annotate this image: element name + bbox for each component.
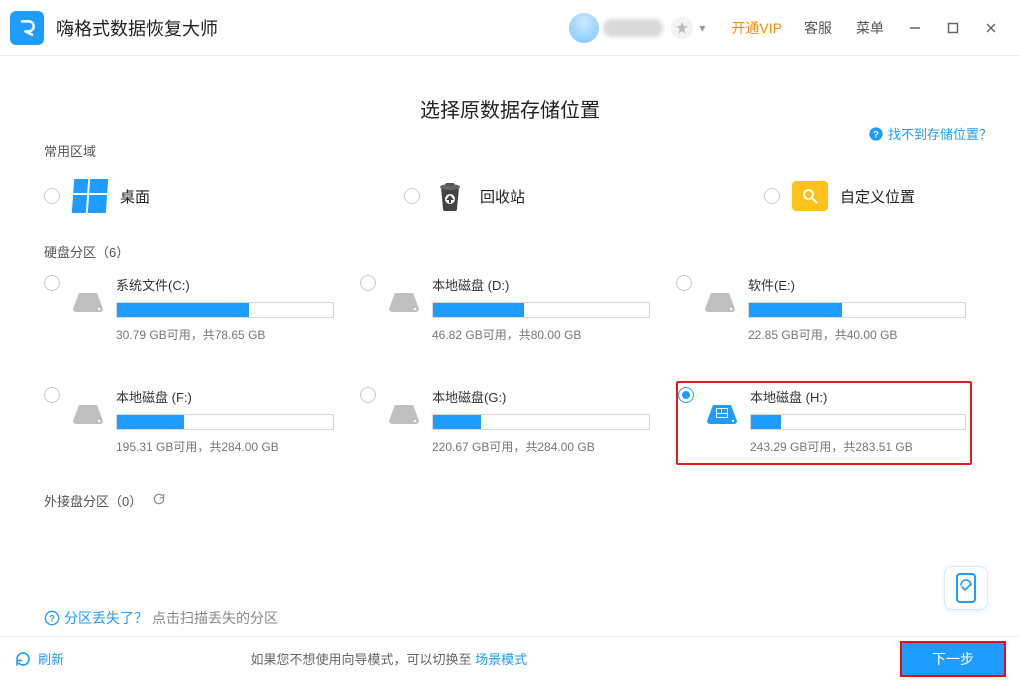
mobile-icon [955,573,977,603]
close-button[interactable] [976,13,1006,43]
refresh-icon [14,650,32,668]
disk-card[interactable]: 本地磁盘 (F:) 195.31 GB可用，共284.00 GB [44,381,340,465]
radio[interactable] [44,275,60,291]
disk-icon [702,289,738,319]
disk-usage-bar [432,414,650,430]
next-button[interactable]: 下一步 [900,641,1006,677]
radio[interactable] [360,387,376,403]
disk-grid: 系统文件(C:) 30.79 GB可用，共78.65 GB 本地磁盘 (D:) … [44,269,976,465]
disk-card[interactable]: 系统文件(C:) 30.79 GB可用，共78.65 GB [44,269,340,353]
chevron-down-icon: ▾ [699,21,705,35]
disk-name: 系统文件(C:) [116,275,334,294]
radio[interactable] [404,188,420,204]
radio[interactable] [44,387,60,403]
help-link-label: 找不到存储位置？ [888,124,992,143]
section-external: 外接盘分区（0） [44,491,976,510]
common-item-recycle[interactable]: 回收站 [404,178,704,214]
common-item-custom[interactable]: 自定义位置 [764,178,1020,214]
mode-hint-text: 如果您不想使用向导模式，可以切换至 [250,652,475,667]
page-title: 选择原数据存储位置 [44,94,976,123]
minimize-button[interactable] [900,13,930,43]
radio[interactable] [44,188,60,204]
radio[interactable] [764,188,780,204]
radio[interactable] [676,275,692,291]
common-item-desktop[interactable]: 桌面 [44,178,344,214]
float-mobile-button[interactable] [944,566,988,610]
mode-link[interactable]: 场景模式 [475,652,527,667]
titlebar: 嗨格式数据恢复大师 ▾ 开通VIP 客服 菜单 [0,0,1020,56]
lost-partition-link[interactable]: 分区丢失了？ [64,608,148,628]
disk-icon [386,401,422,431]
disk-icon [386,289,422,319]
disk-name: 本地磁盘(G:) [432,387,650,406]
common-label: 自定义位置 [840,186,915,207]
disk-icon [704,401,740,431]
lost-partition-row: ? 分区丢失了？ 点击扫描丢失的分区 [44,608,278,628]
user-menu[interactable]: ▾ [569,13,711,43]
service-link[interactable]: 客服 [804,18,832,38]
disk-usage-bar [116,302,334,318]
section-common-label: 常用区域 [44,141,976,160]
section-disks-label: 硬盘分区（6） [44,242,976,261]
disk-info: 22.85 GB可用，共40.00 GB [748,326,966,343]
refresh-label: 刷新 [38,649,64,668]
disk-name: 本地磁盘 (F:) [116,387,334,406]
svg-text:?: ? [873,129,879,139]
recycle-bin-icon [432,178,468,214]
disk-icon [70,289,106,319]
disk-name: 本地磁盘 (H:) [750,387,966,406]
disk-info: 220.67 GB可用，共284.00 GB [432,438,650,455]
disk-icon [70,401,106,431]
help-link[interactable]: ? 找不到存储位置？ [868,124,992,143]
mode-hint: 如果您不想使用向导模式，可以切换至 场景模式 [250,649,527,668]
common-label: 桌面 [120,186,150,207]
disk-card[interactable]: 本地磁盘(G:) 220.67 GB可用，共284.00 GB [360,381,656,465]
app-logo [10,11,44,45]
disk-card[interactable]: 本地磁盘 (D:) 46.82 GB可用，共80.00 GB [360,269,656,353]
disk-info: 30.79 GB可用，共78.65 GB [116,326,334,343]
disk-usage-bar [116,414,334,430]
avatar-icon [569,13,599,43]
maximize-button[interactable] [938,13,968,43]
disk-usage-bar [748,302,966,318]
disk-name: 本地磁盘 (D:) [432,275,650,294]
disk-usage-bar [750,414,966,430]
disk-card[interactable]: 软件(E:) 22.85 GB可用，共40.00 GB [676,269,972,353]
help-icon: ? [868,126,884,142]
vip-link[interactable]: 开通VIP [731,18,782,38]
disk-card[interactable]: 本地磁盘 (H:) 243.29 GB可用，共283.51 GB [676,381,972,465]
bottombar: 刷新 如果您不想使用向导模式，可以切换至 场景模式 下一步 [0,636,1020,680]
main: 选择原数据存储位置 ? 找不到存储位置？ 常用区域 桌面 [0,56,1020,636]
disk-info: 243.29 GB可用，共283.51 GB [750,438,966,455]
level-badge-icon [671,17,693,39]
refresh-external-icon[interactable] [152,492,166,509]
search-folder-icon [792,178,828,214]
disk-usage-bar [432,302,650,318]
radio[interactable] [678,387,694,403]
logo-icon [17,18,37,38]
username [603,19,663,37]
refresh-button[interactable]: 刷新 [14,649,64,668]
disk-info: 46.82 GB可用，共80.00 GB [432,326,650,343]
radio[interactable] [360,275,376,291]
lost-partition-hint: 点击扫描丢失的分区 [152,608,278,628]
windows-icon [72,178,108,214]
common-label: 回收站 [480,186,525,207]
menu-link[interactable]: 菜单 [856,18,884,38]
disk-info: 195.31 GB可用，共284.00 GB [116,438,334,455]
app-title: 嗨格式数据恢复大师 [56,15,218,41]
disk-name: 软件(E:) [748,275,966,294]
svg-text:?: ? [49,613,55,623]
help-icon: ? [44,610,60,626]
section-external-label: 外接盘分区（0） [44,491,142,510]
